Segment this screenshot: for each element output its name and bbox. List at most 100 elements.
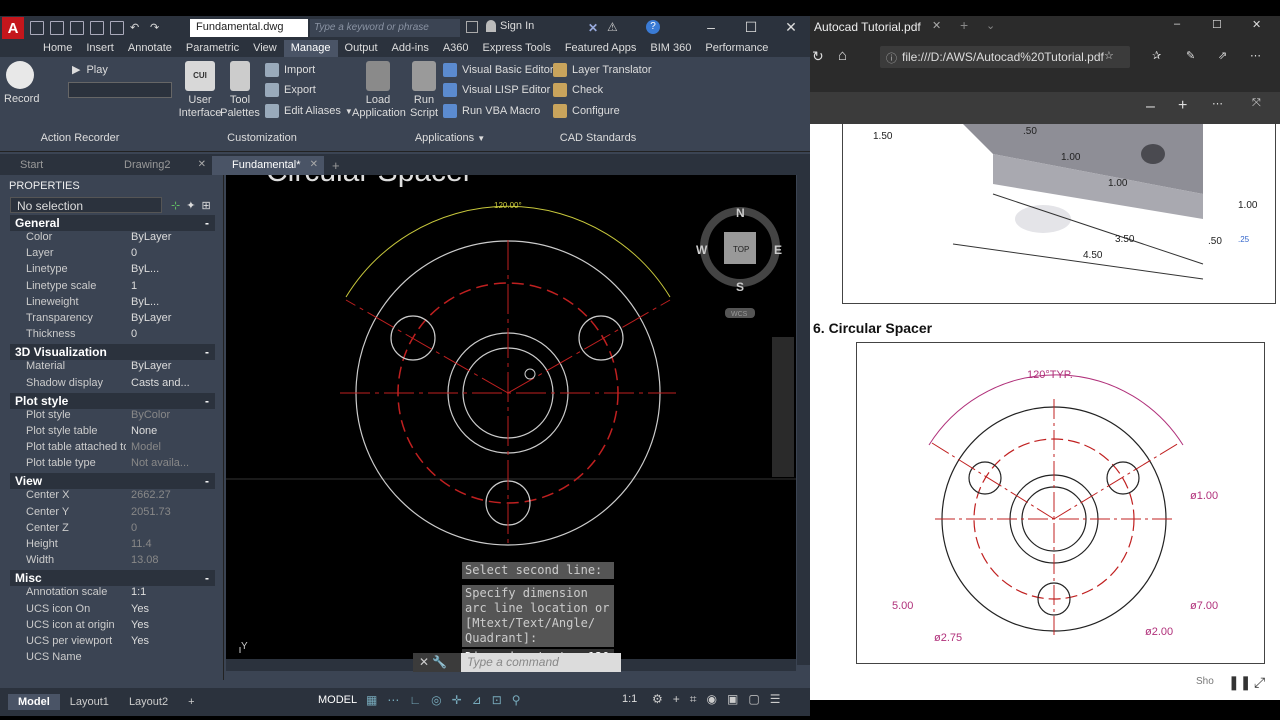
property-value[interactable]: Not availa... xyxy=(126,457,216,473)
lisp-editor-button[interactable]: Visual LISP Editor xyxy=(443,83,550,97)
tab-home[interactable]: Home xyxy=(36,40,79,57)
new-icon[interactable] xyxy=(30,21,44,35)
plus-icon[interactable]: + xyxy=(673,692,680,707)
property-row[interactable]: Material ByLayer xyxy=(10,360,216,376)
property-row[interactable]: Plot table attached to Model xyxy=(10,441,216,457)
property-row[interactable]: UCS icon On Yes xyxy=(10,603,216,619)
property-value[interactable]: None xyxy=(126,425,216,441)
property-row[interactable]: Transparency ByLayer xyxy=(10,312,216,328)
property-value[interactable]: 1 xyxy=(126,280,216,296)
property-value[interactable]: 0 xyxy=(126,522,216,538)
chevron-down-icon[interactable]: ⌄ xyxy=(986,19,995,32)
close-icon[interactable]: ✕ xyxy=(776,18,806,36)
play-button[interactable]: ▶ Play xyxy=(72,63,108,77)
fullscreen-icon[interactable]: ⤢ xyxy=(1254,674,1265,691)
property-row[interactable]: UCS icon at origin Yes xyxy=(10,619,216,635)
property-value[interactable]: ByLayer xyxy=(126,360,216,376)
load-application-button[interactable]: Load Application xyxy=(352,61,406,120)
property-value[interactable]: Model xyxy=(126,441,216,457)
pause-icon[interactable]: ❚❚ xyxy=(1228,674,1251,691)
tab-annotate[interactable]: Annotate xyxy=(121,40,179,57)
section-header[interactable]: 3D Visualization xyxy=(10,344,215,361)
more-icon[interactable]: ⋯ xyxy=(1250,49,1261,62)
tab-manage[interactable]: Manage xyxy=(283,40,338,57)
tab-performance[interactable]: Performance xyxy=(698,40,775,57)
property-value[interactable]: 0 xyxy=(126,328,216,344)
maximize-icon[interactable]: ☐ xyxy=(1212,18,1222,31)
user-interface-button[interactable]: CUI User Interface xyxy=(178,61,222,120)
favorite-star-icon[interactable]: ☆ xyxy=(1104,49,1114,62)
binoculars-icon[interactable] xyxy=(466,21,478,33)
save-as-icon[interactable] xyxy=(90,21,104,35)
zoom-out-icon[interactable]: – xyxy=(1146,98,1155,116)
minimize-icon[interactable]: – xyxy=(696,18,726,36)
layer-translator-button[interactable]: Layer Translator xyxy=(553,63,651,77)
grid-icon[interactable]: ▦ xyxy=(366,693,377,707)
pin-icon[interactable]: ⤧ xyxy=(1252,97,1261,110)
property-value[interactable]: ByLayer xyxy=(126,312,216,328)
property-row[interactable]: Plot style ByColor xyxy=(10,409,216,425)
property-value[interactable] xyxy=(126,651,216,667)
property-row[interactable]: Center X 2662.27 xyxy=(10,489,216,505)
layout-tab-layout2[interactable]: Layout2 xyxy=(119,694,178,710)
edit-aliases-button[interactable]: Edit Aliases ▼ xyxy=(265,104,353,118)
redo-icon[interactable]: ↷ xyxy=(150,21,164,35)
share-icon[interactable]: ⇗ xyxy=(1218,49,1227,62)
property-row[interactable]: Center Z 0 xyxy=(10,522,216,538)
close-icon[interactable]: ✕ xyxy=(1252,18,1261,31)
import-button[interactable]: Import xyxy=(265,63,315,77)
property-row[interactable]: Shadow display Casts and... xyxy=(10,377,216,393)
property-value[interactable]: Yes xyxy=(126,635,216,651)
tab-insert[interactable]: Insert xyxy=(79,40,121,57)
property-value[interactable]: 0 xyxy=(126,247,216,263)
property-row[interactable]: Linetype scale 1 xyxy=(10,280,216,296)
workspace-icon[interactable]: ⌗ xyxy=(690,692,697,707)
file-tab-fundamental[interactable]: Fundamental* ✕ xyxy=(212,156,324,175)
annotation-scale[interactable]: 1:1 xyxy=(622,693,637,705)
property-value[interactable]: ByL... xyxy=(126,296,216,312)
osnap-icon[interactable]: ✛ xyxy=(452,693,462,707)
vertical-scrollbar[interactable] xyxy=(797,175,810,665)
search-input[interactable]: Type a keyword or phrase xyxy=(310,19,460,37)
check-button[interactable]: Check xyxy=(553,83,603,97)
wrench-icon[interactable]: 🔧 xyxy=(432,655,447,669)
close-tab-icon[interactable]: ✕ xyxy=(932,19,941,32)
maximize-icon[interactable]: ☐ xyxy=(736,18,766,36)
section-header[interactable]: Misc xyxy=(10,570,215,587)
property-row[interactable]: Layer 0 xyxy=(10,247,216,263)
new-tab-icon[interactable]: + xyxy=(960,17,968,33)
tab-featured-apps[interactable]: Featured Apps xyxy=(558,40,644,57)
close-icon[interactable]: ✕ xyxy=(310,159,318,170)
sign-in-button[interactable]: Sign In xyxy=(500,20,534,32)
snap-icon[interactable]: ⋯ xyxy=(387,693,399,707)
annotation-icon[interactable]: ⚲ xyxy=(512,693,521,707)
zoom-in-icon[interactable]: + xyxy=(1178,97,1187,115)
property-value[interactable]: Casts and... xyxy=(126,377,216,393)
selection-dropdown[interactable]: No selection xyxy=(10,197,162,213)
section-header[interactable]: General xyxy=(10,215,215,231)
new-tab-icon[interactable]: + xyxy=(324,156,354,175)
property-row[interactable]: UCS Name xyxy=(10,651,216,667)
vba-editor-button[interactable]: Visual Basic Editor xyxy=(443,63,554,77)
open-icon[interactable] xyxy=(50,21,64,35)
layout-tab-layout1[interactable]: Layout1 xyxy=(60,694,119,710)
close-icon[interactable]: ✕ xyxy=(419,655,429,669)
model-space-button[interactable]: MODEL xyxy=(318,694,357,706)
section-header[interactable]: View xyxy=(10,473,215,490)
record-button[interactable]: Record xyxy=(4,93,39,106)
pickadd-icon[interactable]: ⊞ xyxy=(201,199,210,212)
polar-icon[interactable]: ◎ xyxy=(431,693,441,707)
property-row[interactable]: Width 13.08 xyxy=(10,554,216,570)
property-row[interactable]: Annotation scale 1:1 xyxy=(10,586,216,602)
close-icon[interactable]: ✕ xyxy=(198,159,206,170)
property-row[interactable]: Center Y 2051.73 xyxy=(10,506,216,522)
home-icon[interactable]: ⌂ xyxy=(838,47,847,64)
property-row[interactable]: Color ByLayer xyxy=(10,231,216,247)
hole-right[interactable] xyxy=(578,315,624,361)
property-row[interactable]: Plot table type Not availa... xyxy=(10,457,216,473)
action-recorder-label[interactable]: Action Recorder xyxy=(20,130,140,146)
hardware-icon[interactable]: ▣ xyxy=(727,692,738,707)
gear-icon[interactable]: ⚙ xyxy=(652,692,663,707)
property-row[interactable]: Linetype ByL... xyxy=(10,263,216,279)
pen-icon[interactable]: ✎ xyxy=(1186,49,1195,62)
